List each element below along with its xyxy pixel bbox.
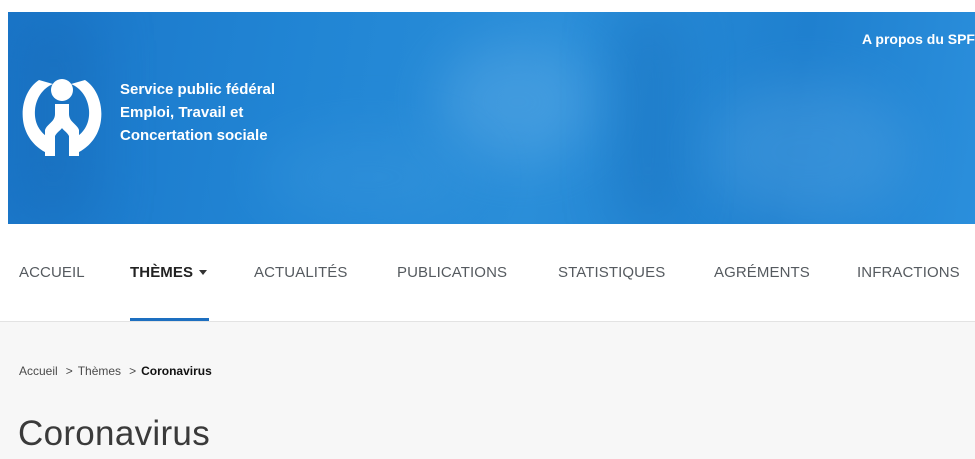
banner-background-shape: [618, 12, 678, 224]
content-area: Accueil > Thèmes > Coronavirus Coronavirus: [0, 322, 975, 459]
breadcrumb-separator-icon: >: [129, 364, 137, 378]
banner-background-shape: [708, 82, 908, 222]
organization-name-line: Service public fédéral: [120, 81, 276, 98]
nav-item-publications[interactable]: PUBLICATIONS: [397, 264, 507, 281]
organization-name-line: Concertation sociale: [120, 127, 268, 144]
banner-background-shape: [438, 42, 598, 162]
organization-name-line: Emploi, Travail et: [120, 104, 244, 121]
page: A propos du SPF Service public fédéral E…: [0, 0, 975, 459]
banner-background-shape: [258, 132, 478, 222]
nav-item-statistiques[interactable]: STATISTIQUES: [558, 264, 665, 281]
header-banner: A propos du SPF Service public fédéral E…: [8, 12, 975, 224]
breadcrumb-themes-link[interactable]: Thèmes: [78, 364, 121, 378]
nav-item-label: THÈMES: [130, 264, 194, 281]
nav-item-agrements[interactable]: AGRÉMENTS: [714, 264, 810, 281]
organization-name[interactable]: Service public fédéral Emploi, Travail e…: [120, 78, 275, 147]
spf-emploi-logo-icon[interactable]: [19, 74, 105, 158]
active-tab-indicator: [130, 318, 209, 321]
breadcrumb-separator-icon: >: [65, 364, 73, 378]
main-navigation: ACCUEIL THÈMES ACTUALITÉS PUBLICATIONS S…: [0, 224, 975, 322]
about-spf-link[interactable]: A propos du SPF: [862, 31, 975, 47]
breadcrumb: Accueil > Thèmes > Coronavirus: [19, 364, 212, 378]
breadcrumb-current: Coronavirus: [141, 364, 212, 378]
nav-item-infractions[interactable]: INFRACTIONS: [857, 264, 960, 281]
caret-down-icon: [199, 269, 208, 275]
page-title: Coronavirus: [18, 414, 210, 453]
nav-item-accueil[interactable]: ACCUEIL: [19, 264, 85, 281]
nav-item-actualites[interactable]: ACTUALITÉS: [254, 264, 348, 281]
nav-item-themes[interactable]: THÈMES: [130, 264, 208, 281]
breadcrumb-home-link[interactable]: Accueil: [19, 364, 58, 378]
